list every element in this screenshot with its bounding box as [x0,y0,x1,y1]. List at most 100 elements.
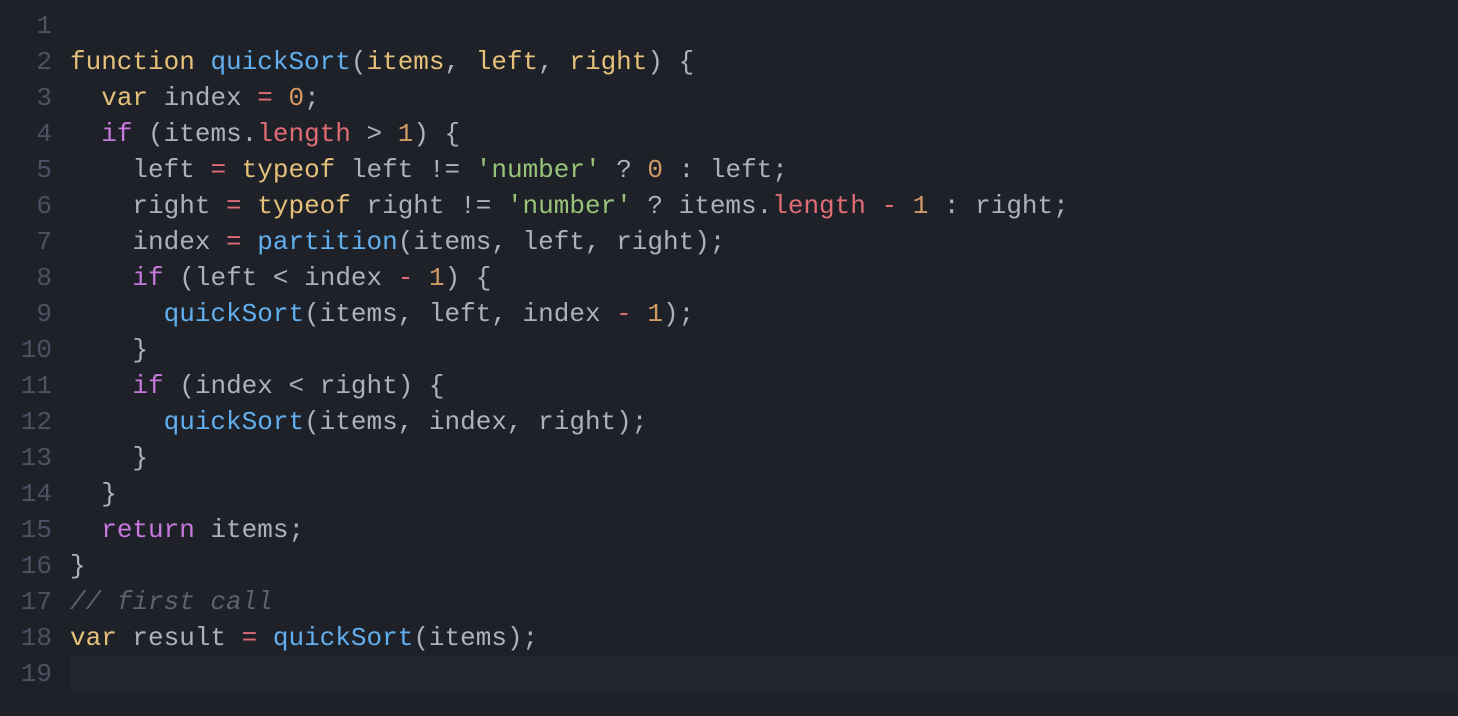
code-line[interactable]: // first call [70,584,1458,620]
line-number: 6 [10,188,52,224]
code-line[interactable]: if (index < right) { [70,368,1458,404]
code-token: , [398,407,429,437]
code-token: 'number' [507,191,632,221]
line-number: 8 [10,260,52,296]
line-number: 14 [10,476,52,512]
code-token: ) { [647,47,694,77]
line-number: 18 [10,620,52,656]
code-token: 0 [288,83,304,113]
code-token: 1 [647,299,663,329]
code-token: , [507,407,538,437]
code-token [632,299,648,329]
code-token: - [398,263,414,293]
code-token: ? [647,191,663,221]
code-token: index [132,227,210,257]
code-token: left [132,155,194,185]
code-token: , [398,299,429,329]
code-token: != [429,155,460,185]
code-token [601,299,617,329]
code-token: , [585,227,616,257]
code-token: ); [694,227,725,257]
code-line[interactable]: right = typeof right != 'number' ? items… [70,188,1458,224]
line-number: 17 [10,584,52,620]
code-token: items [164,119,242,149]
code-token: ) { [445,263,492,293]
code-line[interactable]: quickSort(items, index, right); [70,404,1458,440]
code-token: quickSort [164,299,304,329]
code-token: 'number' [476,155,601,185]
code-token: left [351,155,413,185]
code-line[interactable]: var index = 0; [70,80,1458,116]
code-line[interactable]: quickSort(items, left, index - 1); [70,296,1458,332]
code-token: // first call [70,587,273,617]
code-token: quickSort [273,623,413,653]
code-line[interactable]: function quickSort(items, left, right) { [70,44,1458,80]
code-token [273,371,289,401]
code-token [460,155,476,185]
code-token: ) { [398,371,445,401]
code-token: index [523,299,601,329]
code-line[interactable]: return items; [70,512,1458,548]
code-token [195,155,211,185]
code-token: } [132,335,148,365]
code-token: right [132,191,210,221]
code-token: ( [164,371,195,401]
code-token: typeof [257,191,351,221]
code-token: ); [507,623,538,653]
code-editor-area[interactable]: function quickSort(items, left, right) {… [70,0,1458,716]
code-token: index [195,371,273,401]
code-token: ; [304,83,320,113]
code-line[interactable]: } [70,548,1458,584]
code-line[interactable]: } [70,332,1458,368]
code-line[interactable]: var result = quickSort(items); [70,620,1458,656]
code-token: result [132,623,226,653]
code-token: items [366,47,444,77]
code-line[interactable]: if (left < index - 1) { [70,260,1458,296]
code-token: ); [616,407,647,437]
code-token [210,191,226,221]
code-line[interactable]: } [70,476,1458,512]
line-number: 19 [10,656,52,692]
code-token: length [772,191,866,221]
code-token: return [101,515,195,545]
code-token [195,47,211,77]
code-token: : [679,155,695,185]
code-token: , [538,47,569,77]
code-token [445,191,461,221]
line-number: 15 [10,512,52,548]
code-token: ? [616,155,632,185]
code-token [928,191,944,221]
code-line[interactable]: left = typeof left != 'number' ? 0 : lef… [70,152,1458,188]
code-token: items [413,227,491,257]
code-token: . [242,119,258,149]
code-token [242,227,258,257]
code-token: if [132,263,163,293]
line-number: 4 [10,116,52,152]
code-line[interactable]: } [70,440,1458,476]
code-token: items [320,407,398,437]
code-token [413,263,429,293]
line-number: 13 [10,440,52,476]
code-token: right [569,47,647,77]
code-token: ; [772,155,788,185]
code-line[interactable]: if (items.length > 1) { [70,116,1458,152]
code-token: index [164,83,242,113]
code-token: = [242,623,258,653]
code-line[interactable] [70,8,1458,44]
code-line[interactable] [70,656,1458,692]
code-token: ( [304,299,320,329]
code-token [257,263,273,293]
code-token: right [320,371,398,401]
code-token: items [210,515,288,545]
line-number: 5 [10,152,52,188]
code-token [117,623,133,653]
code-token: . [757,191,773,221]
code-token: : [944,191,960,221]
code-token: ) { [413,119,460,149]
code-token: < [288,371,304,401]
code-token: = [226,191,242,221]
code-line[interactable]: index = partition(items, left, right); [70,224,1458,260]
code-token: left [710,155,772,185]
code-token: var [101,83,148,113]
line-number: 9 [10,296,52,332]
